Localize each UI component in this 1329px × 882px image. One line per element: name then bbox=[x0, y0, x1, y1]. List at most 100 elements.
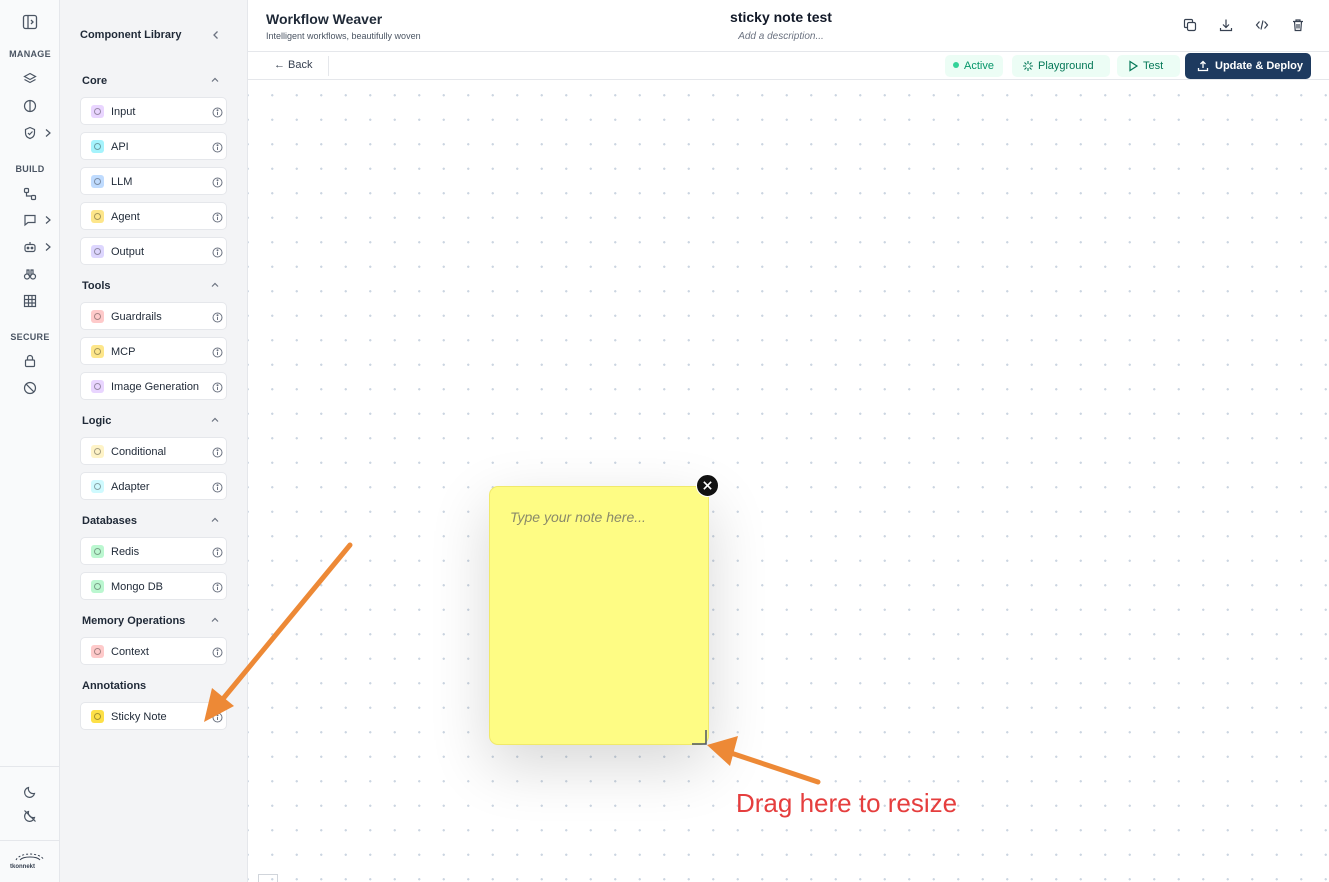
status-dot-icon bbox=[953, 62, 959, 68]
download-icon[interactable] bbox=[1219, 18, 1233, 32]
group-title-logic: Logic bbox=[82, 415, 112, 427]
chevron-right-icon[interactable] bbox=[44, 242, 52, 252]
brain-icon[interactable] bbox=[23, 99, 37, 113]
chevron-up-icon[interactable] bbox=[210, 75, 220, 85]
chevron-up-icon[interactable] bbox=[210, 280, 220, 290]
group-title-databases: Databases bbox=[82, 515, 138, 527]
sticky-note-icon bbox=[91, 710, 104, 723]
component-agent[interactable]: Agent bbox=[80, 202, 227, 230]
redis-icon bbox=[91, 545, 104, 558]
info-icon[interactable] bbox=[212, 647, 223, 658]
layers-icon[interactable] bbox=[23, 72, 37, 86]
sticky-note[interactable]: Type your note here... bbox=[489, 486, 709, 745]
info-icon[interactable] bbox=[212, 142, 223, 153]
resize-annotation-text: Drag here to resize bbox=[736, 788, 958, 818]
info-icon[interactable] bbox=[212, 177, 223, 188]
conditional-icon bbox=[91, 445, 104, 458]
info-icon[interactable] bbox=[212, 247, 223, 258]
deploy-label: Update & Deploy bbox=[1215, 60, 1304, 72]
play-icon bbox=[1129, 60, 1139, 72]
back-button[interactable]: ← Back bbox=[274, 59, 313, 71]
component-guardrails[interactable]: Guardrails bbox=[80, 302, 227, 330]
lock-icon[interactable] bbox=[23, 354, 37, 368]
info-icon[interactable] bbox=[212, 347, 223, 358]
nav-rail: MANAGE BUILD SECURE tkonnekt bbox=[0, 0, 60, 882]
chevron-up-icon[interactable] bbox=[210, 515, 220, 525]
app-header: Workflow Weaver Intelligent workflows, b… bbox=[248, 0, 1329, 52]
workflow-canvas[interactable] bbox=[248, 80, 1329, 882]
component-label: Input bbox=[111, 106, 136, 118]
close-icon[interactable] bbox=[696, 474, 719, 497]
workflow-description[interactable]: Add a description... bbox=[628, 31, 934, 42]
component-output[interactable]: Output bbox=[80, 237, 227, 265]
component-label: Mongo DB bbox=[111, 581, 163, 593]
info-icon[interactable] bbox=[212, 547, 223, 558]
minimap-corner bbox=[258, 874, 278, 882]
library-title: Component Library bbox=[80, 29, 182, 41]
moon-off-icon[interactable] bbox=[23, 809, 37, 823]
chevron-up-icon[interactable] bbox=[210, 615, 220, 625]
table-icon[interactable] bbox=[23, 294, 37, 308]
binoculars-icon[interactable] bbox=[23, 267, 37, 281]
update-deploy-button[interactable]: Update & Deploy bbox=[1185, 53, 1311, 79]
note-placeholder[interactable]: Type your note here... bbox=[510, 509, 646, 525]
workflow-icon[interactable] bbox=[23, 187, 37, 201]
info-icon[interactable] bbox=[212, 312, 223, 323]
info-icon[interactable] bbox=[212, 212, 223, 223]
component-label: LLM bbox=[111, 176, 133, 188]
mcp-icon bbox=[91, 345, 104, 358]
brand-logo-text: tkonnekt bbox=[10, 864, 36, 870]
component-mcp[interactable]: MCP bbox=[80, 337, 227, 365]
status-badge: Active bbox=[945, 55, 1003, 77]
chevron-right-icon[interactable] bbox=[44, 128, 52, 138]
adapter-icon bbox=[91, 480, 104, 493]
bot-icon[interactable] bbox=[23, 240, 37, 254]
info-icon[interactable] bbox=[212, 482, 223, 493]
component-sticky-note[interactable]: Sticky Note bbox=[80, 702, 227, 730]
info-icon[interactable] bbox=[212, 107, 223, 118]
sidebar-toggle-icon[interactable] bbox=[22, 14, 38, 30]
block-icon[interactable] bbox=[23, 381, 37, 395]
resize-handle-icon[interactable] bbox=[690, 728, 708, 746]
chevron-right-icon[interactable] bbox=[44, 215, 52, 225]
info-icon[interactable] bbox=[212, 447, 223, 458]
chevron-up-icon[interactable] bbox=[210, 415, 220, 425]
info-icon[interactable] bbox=[212, 382, 223, 393]
trash-icon[interactable] bbox=[1291, 18, 1305, 32]
component-api[interactable]: API bbox=[80, 132, 227, 160]
playground-label: Playground bbox=[1038, 60, 1094, 72]
workflow-title[interactable]: sticky note test bbox=[628, 9, 934, 25]
component-input[interactable]: Input bbox=[80, 97, 227, 125]
rail-divider bbox=[0, 840, 60, 841]
shield-check-icon[interactable] bbox=[23, 126, 37, 140]
test-label: Test bbox=[1143, 60, 1164, 72]
component-adapter[interactable]: Adapter bbox=[80, 472, 227, 500]
component-conditional[interactable]: Conditional bbox=[80, 437, 227, 465]
copy-icon[interactable] bbox=[1183, 18, 1197, 32]
app-title: Workflow Weaver bbox=[266, 11, 383, 27]
component-label: MCP bbox=[111, 346, 136, 358]
upload-icon bbox=[1197, 60, 1209, 72]
input-icon bbox=[91, 105, 104, 118]
component-label: Redis bbox=[111, 546, 140, 558]
test-button[interactable]: Test bbox=[1117, 55, 1180, 77]
chat-icon[interactable] bbox=[23, 213, 37, 227]
moon-icon[interactable] bbox=[23, 785, 37, 799]
guardrails-icon bbox=[91, 310, 104, 323]
component-context[interactable]: Context bbox=[80, 637, 227, 665]
component-redis[interactable]: Redis bbox=[80, 537, 227, 565]
component-llm[interactable]: LLM bbox=[80, 167, 227, 195]
component-label: Image Generation bbox=[111, 381, 200, 393]
context-icon bbox=[91, 645, 104, 658]
info-icon[interactable] bbox=[212, 712, 223, 723]
component-image-generation[interactable]: Image Generation bbox=[80, 372, 227, 400]
sparkles-icon bbox=[1023, 61, 1033, 71]
group-title-core: Core bbox=[82, 75, 108, 87]
info-icon[interactable] bbox=[212, 582, 223, 593]
code-icon[interactable] bbox=[1255, 18, 1269, 32]
component-mongo-db[interactable]: Mongo DB bbox=[80, 572, 227, 600]
rail-divider bbox=[0, 766, 60, 767]
chevron-left-icon[interactable] bbox=[210, 29, 222, 41]
playground-button[interactable]: Playground bbox=[1012, 55, 1110, 77]
component-label: Context bbox=[111, 646, 149, 658]
